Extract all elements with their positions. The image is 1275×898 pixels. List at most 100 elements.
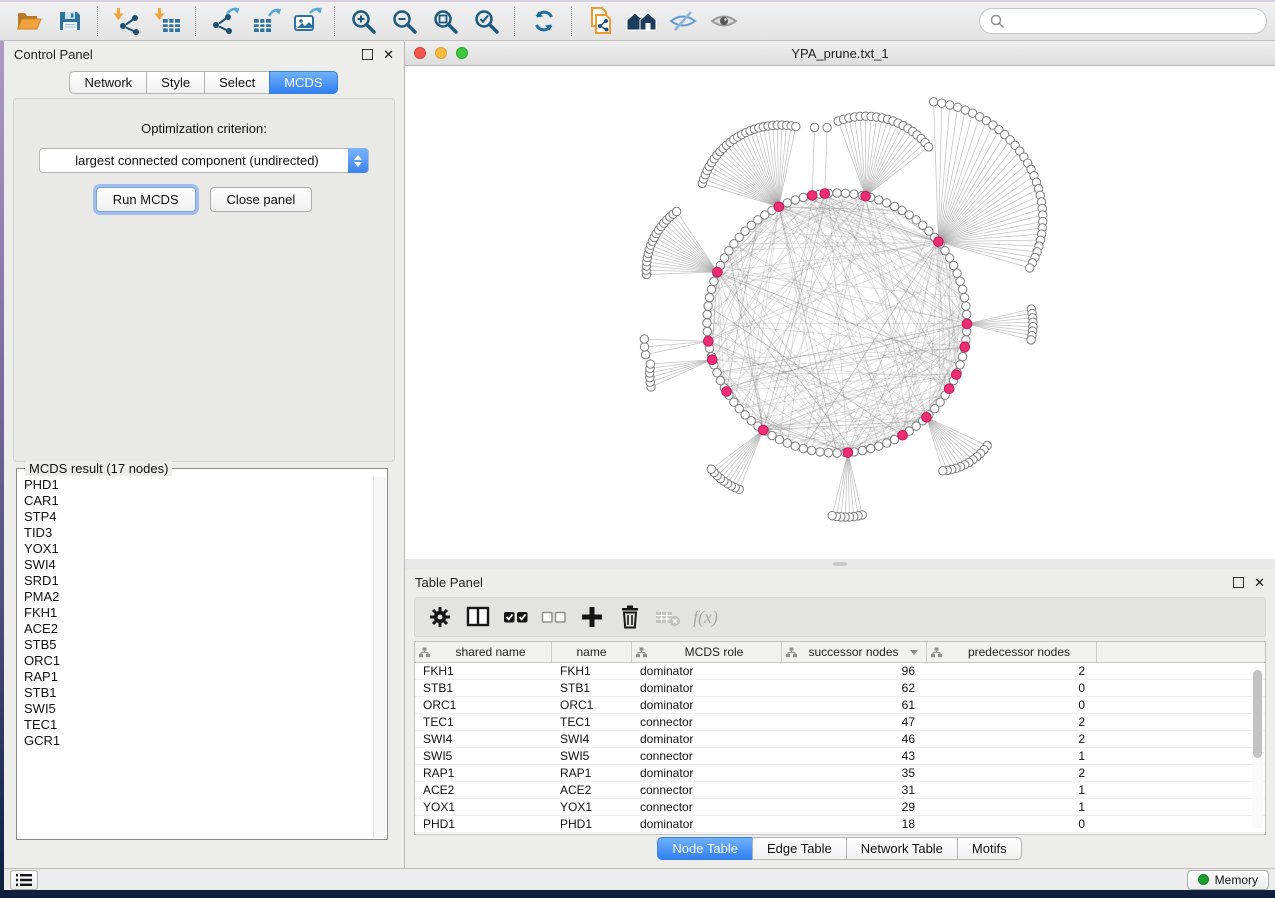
tab-edge-table[interactable]: Edge Table bbox=[752, 837, 847, 860]
eye-slash-icon bbox=[669, 8, 697, 34]
tab-network[interactable]: Network bbox=[69, 71, 147, 94]
mcds-result-item[interactable]: FKH1 bbox=[24, 605, 374, 621]
zoom-out-icon bbox=[391, 8, 418, 35]
attribute-tree-icon bbox=[419, 647, 434, 658]
tab-select[interactable]: Select bbox=[204, 71, 270, 94]
memory-status-icon bbox=[1198, 874, 1209, 885]
tab-node-table[interactable]: Node Table bbox=[657, 837, 753, 860]
close-panel-icon[interactable]: ✕ bbox=[383, 48, 394, 61]
import-table-button[interactable] bbox=[147, 4, 188, 38]
column-header-name[interactable]: name bbox=[552, 642, 632, 662]
column-header-mcds-role[interactable]: MCDS role bbox=[632, 642, 782, 662]
save-session-button[interactable] bbox=[49, 4, 90, 38]
export-image-button[interactable] bbox=[286, 4, 327, 38]
column-label: predecessor nodes bbox=[946, 645, 1092, 659]
table-row[interactable]: ACE2ACE2connector311 bbox=[415, 782, 1265, 799]
network-canvas[interactable] bbox=[405, 66, 1275, 559]
mcds-result-item[interactable]: PHD1 bbox=[24, 477, 374, 493]
table-row[interactable]: TEC1TEC1connector472 bbox=[415, 714, 1265, 731]
mcds-result-item[interactable]: SRD1 bbox=[24, 573, 374, 589]
hide-selected-button[interactable] bbox=[662, 4, 703, 38]
first-neighbors-button[interactable] bbox=[621, 4, 662, 38]
mcds-result-item[interactable]: YOX1 bbox=[24, 541, 374, 557]
show-columns-button[interactable] bbox=[459, 601, 497, 633]
close-panel-icon[interactable]: ✕ bbox=[1254, 576, 1265, 589]
mcds-result-item[interactable]: STB5 bbox=[24, 637, 374, 653]
mcds-result-item[interactable]: ACE2 bbox=[24, 621, 374, 637]
sort-arrow-icon bbox=[910, 650, 918, 655]
memory-button[interactable]: Memory bbox=[1187, 870, 1269, 890]
table-cell: dominator bbox=[632, 816, 782, 832]
table-cell: SWI5 bbox=[552, 748, 632, 764]
table-cell: dominator bbox=[632, 663, 782, 679]
add-column-button[interactable] bbox=[573, 601, 611, 633]
unchecked-boxes-icon bbox=[541, 604, 567, 630]
run-mcds-button[interactable]: Run MCDS bbox=[96, 187, 196, 212]
mcds-result-item[interactable]: RAP1 bbox=[24, 669, 374, 685]
zoom-in-button[interactable] bbox=[343, 4, 384, 38]
table-row[interactable]: ORC1ORC1dominator610 bbox=[415, 697, 1265, 714]
mcds-result-item[interactable]: STP4 bbox=[24, 509, 374, 525]
import-network-button[interactable] bbox=[106, 4, 147, 38]
table-header-row: shared namenameMCDS role successor nodes p… bbox=[415, 642, 1265, 663]
mcds-result-item[interactable]: GCR1 bbox=[24, 733, 374, 749]
search-input[interactable] bbox=[1011, 13, 1256, 30]
horizontal-splitter[interactable] bbox=[405, 559, 1275, 569]
mcds-result-item[interactable]: CAR1 bbox=[24, 493, 374, 509]
tab-network-table[interactable]: Network Table bbox=[846, 837, 958, 860]
table-cell: dominator bbox=[632, 680, 782, 696]
column-header-predecessor-nodes[interactable]: predecessor nodes bbox=[927, 642, 1097, 662]
optimization-criterion-select[interactable]: largest connected component (undirected) bbox=[39, 148, 369, 173]
table-row[interactable]: RAP1RAP1dominator352 bbox=[415, 765, 1265, 782]
mcds-result-item[interactable]: SWI4 bbox=[24, 557, 374, 573]
select-stepper-icon bbox=[348, 148, 368, 173]
table-settings-button[interactable] bbox=[421, 601, 459, 633]
column-header-successor-nodes[interactable]: successor nodes bbox=[782, 642, 927, 662]
clone-network-button[interactable] bbox=[580, 4, 621, 38]
network-graph[interactable] bbox=[405, 66, 1275, 559]
open-session-button[interactable] bbox=[8, 4, 49, 38]
table-row[interactable]: SWI4SWI4dominator462 bbox=[415, 731, 1265, 748]
tab-mcds[interactable]: MCDS bbox=[269, 71, 337, 94]
zoom-out-button[interactable] bbox=[384, 4, 425, 38]
control-panel-title: Control Panel bbox=[14, 47, 93, 62]
delete-table-icon bbox=[654, 605, 682, 629]
float-panel-icon[interactable] bbox=[362, 49, 373, 60]
mcds-list-scrollbar[interactable] bbox=[373, 477, 386, 838]
deselect-all-button[interactable] bbox=[535, 601, 573, 633]
table-row[interactable]: YOX1YOX1connector291 bbox=[415, 799, 1265, 816]
table-row[interactable]: SWI5SWI5connector431 bbox=[415, 748, 1265, 765]
float-panel-icon[interactable] bbox=[1233, 577, 1244, 588]
mcds-result-item[interactable]: PMA2 bbox=[24, 589, 374, 605]
mcds-result-item[interactable]: TEC1 bbox=[24, 717, 374, 733]
table-row[interactable]: PHD1PHD1dominator180 bbox=[415, 816, 1265, 833]
zoom-selected-button[interactable] bbox=[466, 4, 507, 38]
show-all-button[interactable] bbox=[703, 4, 744, 38]
panel-menu-button[interactable] bbox=[10, 870, 38, 890]
column-label: successor nodes bbox=[801, 645, 906, 659]
table-row[interactable]: STB1STB1dominator620 bbox=[415, 680, 1265, 697]
tab-motifs[interactable]: Motifs bbox=[957, 837, 1022, 860]
table-scrollbar[interactable] bbox=[1252, 666, 1263, 828]
tab-style[interactable]: Style bbox=[146, 71, 205, 94]
zoom-fit-button[interactable] bbox=[425, 4, 466, 38]
select-all-button[interactable] bbox=[497, 601, 535, 633]
toolbar-separator bbox=[195, 6, 197, 36]
export-network-button[interactable] bbox=[204, 4, 245, 38]
scrollbar-thumb[interactable] bbox=[1253, 670, 1262, 758]
close-panel-button[interactable]: Close panel bbox=[210, 187, 313, 212]
table-row[interactable]: FKH1FKH1dominator962 bbox=[415, 663, 1265, 680]
table-cell: connector bbox=[632, 748, 782, 764]
export-table-button[interactable] bbox=[245, 4, 286, 38]
mcds-result-item[interactable]: TID3 bbox=[24, 525, 374, 541]
mcds-result-item[interactable]: STB1 bbox=[24, 685, 374, 701]
table-cell: ORC1 bbox=[415, 697, 552, 713]
mcds-result-item[interactable]: SWI5 bbox=[24, 701, 374, 717]
mcds-result-item[interactable]: ORC1 bbox=[24, 653, 374, 669]
delete-column-button[interactable] bbox=[611, 601, 649, 633]
toolbar-separator bbox=[571, 6, 573, 36]
search-field[interactable] bbox=[979, 8, 1267, 34]
column-header-shared-name[interactable]: shared name bbox=[415, 642, 552, 662]
refresh-button[interactable] bbox=[523, 4, 564, 38]
table-panel: Table Panel ✕ bbox=[405, 569, 1275, 868]
